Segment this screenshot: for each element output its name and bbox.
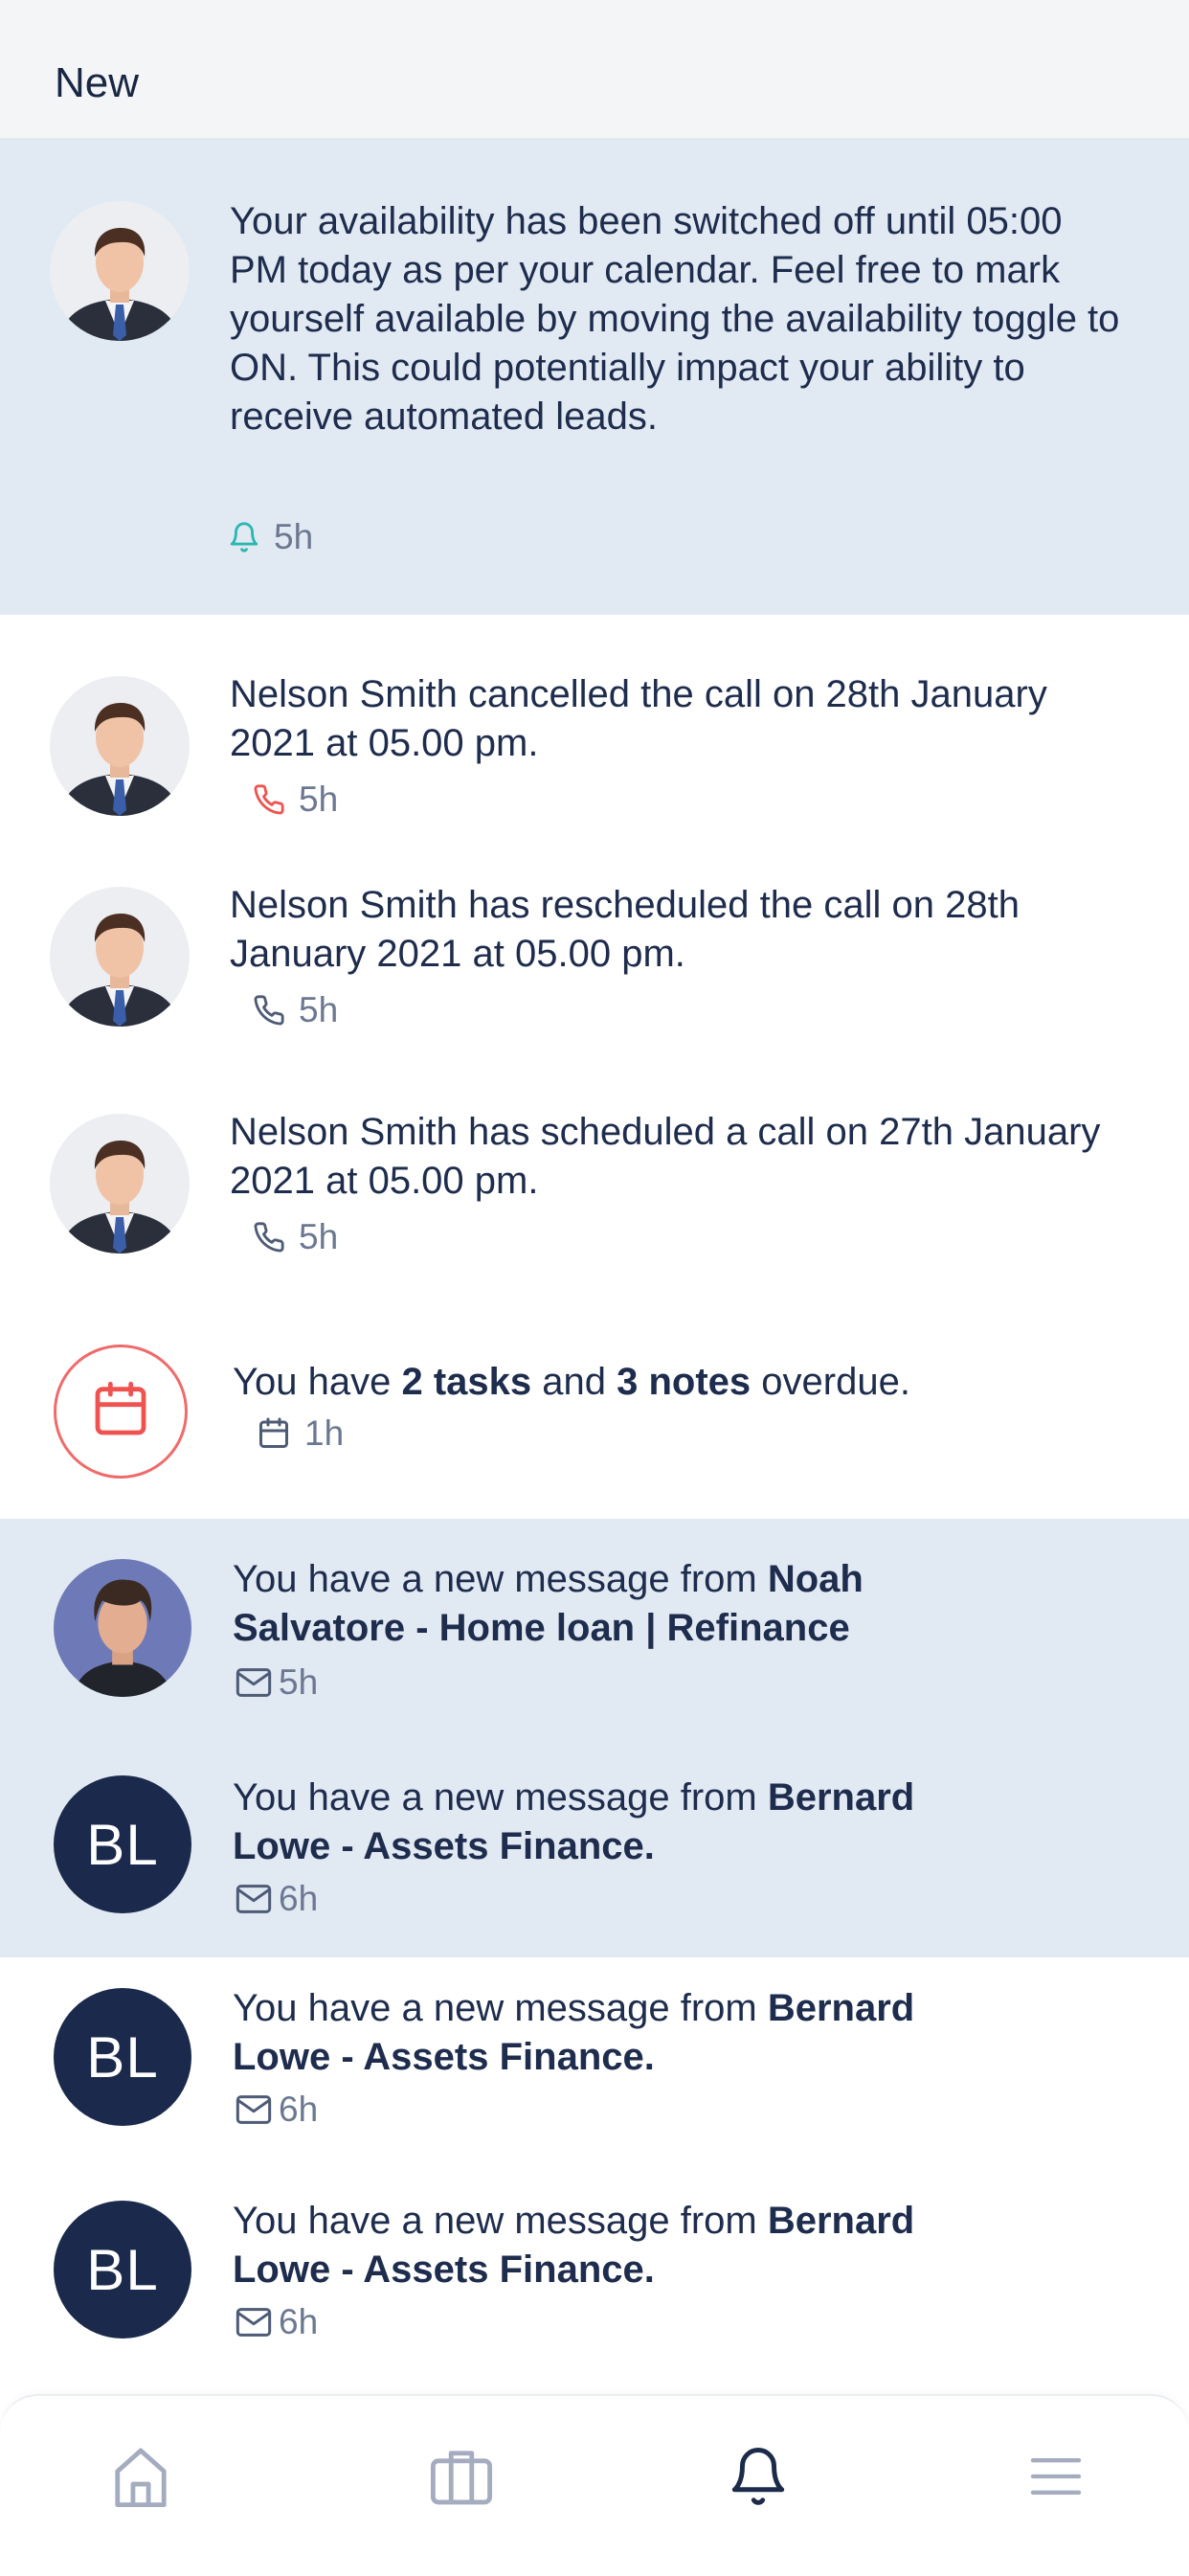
bell-icon (727, 2442, 790, 2516)
notification-text: Nelson Smith has rescheduled the call on… (230, 884, 1020, 975)
notification-text: You have a new message from Noah Salvato… (233, 1555, 960, 1653)
avatar (50, 1114, 190, 1254)
time-ago: 1h (304, 1413, 345, 1453)
text-prefix: You have (233, 1361, 402, 1403)
text-middle: and (531, 1361, 617, 1403)
time-ago: 6h (279, 2302, 319, 2341)
briefcase-icon (428, 2447, 495, 2511)
notification-meta: 6h (235, 2090, 318, 2130)
notification-meta: 5h (228, 517, 313, 557)
text-prefix: You have a new message from (233, 1987, 768, 2029)
calendar-icon (90, 1379, 151, 1445)
tab-home[interactable] (102, 2440, 179, 2517)
avatar (50, 676, 190, 816)
notification-text: Your availability has been switched off … (230, 200, 1120, 438)
menu-icon (1027, 2453, 1085, 2504)
avatar (50, 201, 190, 341)
phone-icon (253, 1221, 285, 1254)
header: New (0, 0, 1189, 138)
text-prefix: You have a new message from (233, 1558, 768, 1600)
mail-icon (235, 1883, 273, 1915)
initials-avatar: BL (54, 2201, 191, 2339)
text-suffix: overdue. (751, 1361, 910, 1403)
tasks-count: 2 tasks (401, 1361, 532, 1403)
time-ago: 5h (299, 780, 339, 819)
notification-text: You have a new message from Bernard Lowe… (233, 2197, 960, 2294)
text-prefix: You have a new message from (233, 1776, 768, 1819)
time-ago: 5h (279, 1662, 319, 1702)
home-icon (109, 2443, 172, 2515)
notification-meta: 6h (235, 2302, 318, 2342)
notification-overdue[interactable]: You have 2 tasks and 3 notes overdue. 1h (0, 1322, 1189, 1503)
notification-call-scheduled[interactable]: Nelson Smith has scheduled a call on 27t… (0, 1089, 1189, 1280)
notification-meta: 1h (257, 1413, 344, 1454)
notification-text: Nelson Smith cancelled the call on 28th … (230, 673, 1047, 764)
notification-text: You have 2 tasks and 3 notes overdue. (233, 1358, 1123, 1407)
notification-meta: 5h (253, 780, 338, 820)
phone-icon (253, 783, 285, 816)
tab-menu[interactable] (1018, 2440, 1094, 2517)
initials-avatar: BL (54, 1988, 191, 2126)
bell-icon (228, 519, 260, 555)
notification-call-cancelled[interactable]: Nelson Smith cancelled the call on 28th … (0, 651, 1189, 843)
notification-message-bernard[interactable]: BL You have a new message from Bernard L… (0, 1764, 1189, 1955)
initials-avatar: BL (54, 1775, 191, 1913)
avatar (50, 887, 190, 1027)
notification-text: You have a new message from Bernard Lowe… (233, 1984, 960, 2082)
section-title-new: New (55, 59, 140, 106)
notification-meta: 5h (253, 990, 338, 1030)
tab-notifications[interactable] (720, 2440, 796, 2517)
notification-call-rescheduled[interactable]: Nelson Smith has rescheduled the call on… (0, 862, 1189, 1053)
time-ago: 6h (279, 2090, 319, 2129)
time-ago: 5h (299, 1217, 339, 1256)
notification-message-bernard[interactable]: BL You have a new message from Bernard L… (0, 1977, 1189, 2168)
notification-meta: 6h (235, 1879, 318, 1919)
text-prefix: You have a new message from (233, 2200, 768, 2242)
notification-message-bernard[interactable]: BL You have a new message from Bernard L… (0, 2189, 1189, 2381)
time-ago: 5h (299, 990, 339, 1029)
time-ago: 6h (279, 1879, 319, 1918)
notification-availability[interactable]: Your availability has been switched off … (0, 138, 1189, 615)
mail-icon (235, 2306, 273, 2339)
notification-text: You have a new message from Bernard Lowe… (233, 1774, 960, 1871)
bottom-tab-bar (0, 2394, 1189, 2576)
tab-deals[interactable] (423, 2440, 500, 2517)
overdue-avatar (54, 1344, 188, 1479)
notification-message-noah[interactable]: You have a new message from Noah Salvato… (0, 1542, 1189, 1733)
notification-meta: 5h (235, 1662, 318, 1703)
notification-meta: 5h (253, 1217, 338, 1257)
time-ago: 5h (274, 517, 314, 556)
notes-count: 3 notes (617, 1361, 752, 1403)
mail-icon (235, 2093, 273, 2126)
avatar (54, 1559, 191, 1697)
phone-icon (253, 994, 285, 1027)
notification-text: Nelson Smith has scheduled a call on 27t… (230, 1111, 1101, 1202)
mail-icon (235, 1666, 273, 1699)
calendar-icon (257, 1416, 291, 1451)
